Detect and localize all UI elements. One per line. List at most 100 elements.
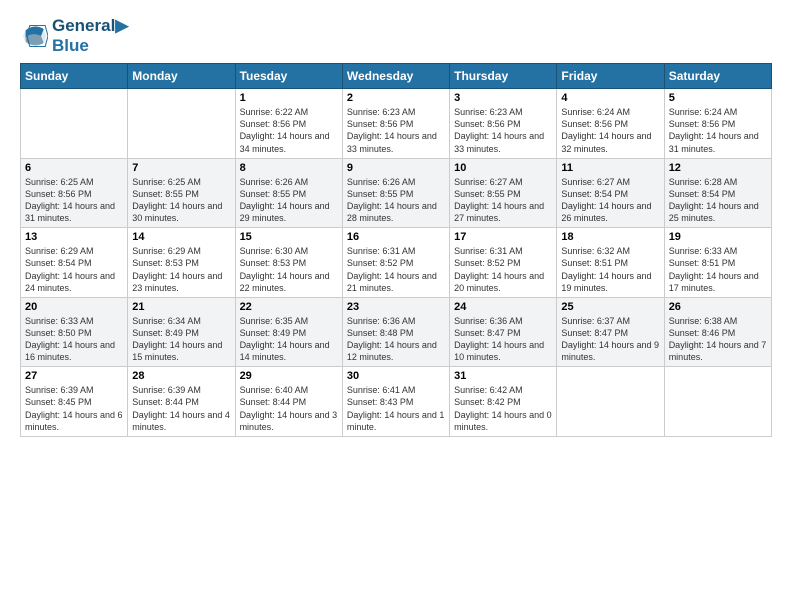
- day-number: 8: [240, 162, 338, 174]
- calendar-cell: 8Sunrise: 6:26 AMSunset: 8:55 PMDaylight…: [235, 158, 342, 228]
- cell-info: Sunrise: 6:22 AMSunset: 8:56 PMDaylight:…: [240, 106, 338, 155]
- calendar-cell: 24 Sunrise: 6:36 AMSunset: 8:47 PMDayligh…: [450, 297, 557, 367]
- day-number: 9: [347, 162, 445, 174]
- cell-info: Sunrise: 6:23 AMSunset: 8:56 PMDaylight:…: [454, 106, 552, 155]
- cell-info: Sunrise: 6:38 AMSunset: 8:46 PMDaylight:…: [669, 315, 767, 364]
- cell-info: Sunrise: 6:33 AMSunset: 8:50 PMDaylight:…: [25, 315, 123, 364]
- cell-info: Sunrise: 6:30 AMSunset: 8:53 PMDaylight:…: [240, 245, 338, 294]
- calendar-week-row: 27 Sunrise: 6:39 AMSunset: 8:45 PMDayligh…: [21, 367, 772, 437]
- calendar-cell: 20 Sunrise: 6:33 AMSunset: 8:50 PMDayligh…: [21, 297, 128, 367]
- calendar-cell: 30Sunrise: 6:41 AMSunset: 8:43 PMDayligh…: [342, 367, 449, 437]
- calendar-day-header: Thursday: [450, 64, 557, 89]
- cell-info: Sunrise: 6:24 AMSunset: 8:56 PMDaylight:…: [669, 106, 767, 155]
- calendar-cell: 27 Sunrise: 6:39 AMSunset: 8:45 PMDayligh…: [21, 367, 128, 437]
- day-number: 25: [561, 301, 659, 313]
- page: General▶ Blue SundayMondayTuesdayWednesd…: [0, 0, 792, 457]
- day-number: 29: [240, 370, 338, 382]
- day-number: 1: [240, 92, 338, 104]
- calendar-cell: 13 Sunrise: 6:29 AMSunset: 8:54 PMDayligh…: [21, 228, 128, 298]
- day-number: 17: [454, 231, 552, 243]
- cell-info: Sunrise: 6:25 AMSunset: 8:56 PMDaylight:…: [25, 176, 123, 225]
- cell-info: Sunrise: 6:31 AMSunset: 8:52 PMDaylight:…: [347, 245, 445, 294]
- cell-info: Sunrise: 6:27 AMSunset: 8:55 PMDaylight:…: [454, 176, 552, 225]
- calendar-cell: 18 Sunrise: 6:32 AMSunset: 8:51 PMDayligh…: [557, 228, 664, 298]
- cell-info: Sunrise: 6:32 AMSunset: 8:51 PMDaylight:…: [561, 245, 659, 294]
- calendar-cell: 25 Sunrise: 6:37 AMSunset: 8:47 PMDayligh…: [557, 297, 664, 367]
- day-number: 26: [669, 301, 767, 313]
- day-number: 6: [25, 162, 123, 174]
- cell-info: Sunrise: 6:26 AMSunset: 8:55 PMDaylight:…: [347, 176, 445, 225]
- header: General▶ Blue: [20, 16, 772, 55]
- calendar: SundayMondayTuesdayWednesdayThursdayFrid…: [20, 63, 772, 437]
- calendar-header-row: SundayMondayTuesdayWednesdayThursdayFrid…: [21, 64, 772, 89]
- day-number: 22: [240, 301, 338, 313]
- calendar-week-row: 1 Sunrise: 6:22 AMSunset: 8:56 PMDaylight…: [21, 89, 772, 159]
- day-number: 14: [132, 231, 230, 243]
- cell-info: Sunrise: 6:42 AMSunset: 8:42 PMDaylight:…: [454, 384, 552, 433]
- day-number: 30: [347, 370, 445, 382]
- calendar-cell: [21, 89, 128, 159]
- day-number: 16: [347, 231, 445, 243]
- calendar-cell: [128, 89, 235, 159]
- calendar-cell: [664, 367, 771, 437]
- day-number: 2: [347, 92, 445, 104]
- calendar-cell: 22Sunrise: 6:35 AMSunset: 8:49 PMDayligh…: [235, 297, 342, 367]
- calendar-week-row: 6 Sunrise: 6:25 AMSunset: 8:56 PMDaylight…: [21, 158, 772, 228]
- calendar-cell: 4 Sunrise: 6:24 AMSunset: 8:56 PMDaylight…: [557, 89, 664, 159]
- calendar-cell: 1 Sunrise: 6:22 AMSunset: 8:56 PMDaylight…: [235, 89, 342, 159]
- cell-info: Sunrise: 6:29 AMSunset: 8:53 PMDaylight:…: [132, 245, 230, 294]
- calendar-cell: 6 Sunrise: 6:25 AMSunset: 8:56 PMDaylight…: [21, 158, 128, 228]
- calendar-cell: 2 Sunrise: 6:23 AMSunset: 8:56 PMDaylight…: [342, 89, 449, 159]
- day-number: 21: [132, 301, 230, 313]
- calendar-day-header: Friday: [557, 64, 664, 89]
- calendar-week-row: 20 Sunrise: 6:33 AMSunset: 8:50 PMDayligh…: [21, 297, 772, 367]
- cell-info: Sunrise: 6:39 AMSunset: 8:45 PMDaylight:…: [25, 384, 123, 433]
- cell-info: Sunrise: 6:33 AMSunset: 8:51 PMDaylight:…: [669, 245, 767, 294]
- day-number: 23: [347, 301, 445, 313]
- calendar-cell: 15Sunrise: 6:30 AMSunset: 8:53 PMDayligh…: [235, 228, 342, 298]
- calendar-cell: 12 Sunrise: 6:28 AMSunset: 8:54 PMDayligh…: [664, 158, 771, 228]
- day-number: 5: [669, 92, 767, 104]
- calendar-cell: 10 Sunrise: 6:27 AMSunset: 8:55 PMDayligh…: [450, 158, 557, 228]
- cell-info: Sunrise: 6:28 AMSunset: 8:54 PMDaylight:…: [669, 176, 767, 225]
- day-number: 12: [669, 162, 767, 174]
- day-number: 27: [25, 370, 123, 382]
- calendar-cell: 9 Sunrise: 6:26 AMSunset: 8:55 PMDaylight…: [342, 158, 449, 228]
- day-number: 4: [561, 92, 659, 104]
- calendar-cell: 5 Sunrise: 6:24 AMSunset: 8:56 PMDaylight…: [664, 89, 771, 159]
- day-number: 19: [669, 231, 767, 243]
- day-number: 18: [561, 231, 659, 243]
- cell-info: Sunrise: 6:25 AMSunset: 8:55 PMDaylight:…: [132, 176, 230, 225]
- logo-text: General▶ Blue: [52, 16, 128, 55]
- cell-info: Sunrise: 6:24 AMSunset: 8:56 PMDaylight:…: [561, 106, 659, 155]
- day-number: 24: [454, 301, 552, 313]
- calendar-cell: 21 Sunrise: 6:34 AMSunset: 8:49 PMDayligh…: [128, 297, 235, 367]
- calendar-cell: 14 Sunrise: 6:29 AMSunset: 8:53 PMDayligh…: [128, 228, 235, 298]
- logo-icon: [20, 22, 48, 50]
- calendar-cell: 17Sunrise: 6:31 AMSunset: 8:52 PMDayligh…: [450, 228, 557, 298]
- cell-info: Sunrise: 6:36 AMSunset: 8:48 PMDaylight:…: [347, 315, 445, 364]
- cell-info: Sunrise: 6:29 AMSunset: 8:54 PMDaylight:…: [25, 245, 123, 294]
- day-number: 13: [25, 231, 123, 243]
- cell-info: Sunrise: 6:40 AMSunset: 8:44 PMDaylight:…: [240, 384, 338, 433]
- cell-info: Sunrise: 6:36 AMSunset: 8:47 PMDaylight:…: [454, 315, 552, 364]
- day-number: 28: [132, 370, 230, 382]
- calendar-cell: 28Sunrise: 6:39 AMSunset: 8:44 PMDayligh…: [128, 367, 235, 437]
- day-number: 20: [25, 301, 123, 313]
- cell-info: Sunrise: 6:37 AMSunset: 8:47 PMDaylight:…: [561, 315, 659, 364]
- calendar-cell: 11Sunrise: 6:27 AMSunset: 8:54 PMDayligh…: [557, 158, 664, 228]
- calendar-cell: 7 Sunrise: 6:25 AMSunset: 8:55 PMDaylight…: [128, 158, 235, 228]
- cell-info: Sunrise: 6:34 AMSunset: 8:49 PMDaylight:…: [132, 315, 230, 364]
- calendar-day-header: Monday: [128, 64, 235, 89]
- day-number: 7: [132, 162, 230, 174]
- calendar-day-header: Saturday: [664, 64, 771, 89]
- calendar-day-header: Wednesday: [342, 64, 449, 89]
- calendar-day-header: Sunday: [21, 64, 128, 89]
- calendar-cell: 16 Sunrise: 6:31 AMSunset: 8:52 PMDayligh…: [342, 228, 449, 298]
- day-number: 31: [454, 370, 552, 382]
- calendar-cell: [557, 367, 664, 437]
- cell-info: Sunrise: 6:23 AMSunset: 8:56 PMDaylight:…: [347, 106, 445, 155]
- day-number: 10: [454, 162, 552, 174]
- calendar-cell: 26 Sunrise: 6:38 AMSunset: 8:46 PMDayligh…: [664, 297, 771, 367]
- logo: General▶ Blue: [20, 16, 128, 55]
